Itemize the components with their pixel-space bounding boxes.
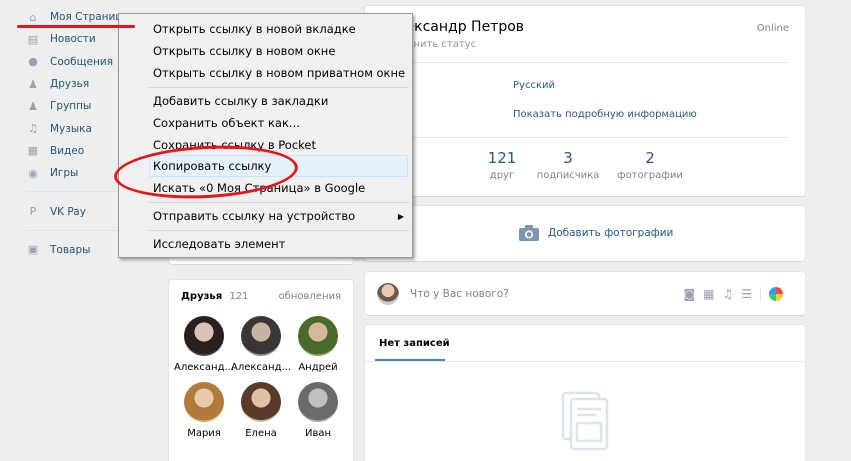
menu-open-new-tab[interactable]: Открыть ссылку в новой вкладке: [153, 19, 356, 39]
sidebar-item-label: Музыка: [50, 122, 92, 135]
camera-icon: [519, 225, 539, 241]
menu-open-new-window[interactable]: Открыть ссылку в новом окне: [153, 41, 335, 61]
counter-label: фотографии: [617, 170, 683, 181]
friend-name: Александ...: [174, 362, 235, 373]
menu-save-as[interactable]: Сохранить объект как...: [153, 113, 300, 133]
post-input[interactable]: Что у Вас нового?: [410, 288, 509, 300]
friend-item[interactable]: Александ...: [231, 316, 291, 373]
friend-item[interactable]: Иван: [288, 382, 348, 439]
camera-icon[interactable]: ◙: [683, 287, 695, 301]
friend-name: Мария: [187, 428, 221, 439]
menu-bookmark-link[interactable]: Добавить ссылку в закладки: [153, 91, 328, 111]
context-menu: Открыть ссылку в новой вкладке Открыть с…: [118, 13, 413, 258]
friend-item[interactable]: Александ...: [174, 316, 234, 373]
counter-value: 3: [563, 149, 573, 167]
messages-icon: ●: [28, 55, 38, 69]
avatar: [241, 316, 281, 356]
friends-card: Друзья 121 обновления Александ... Алексан…: [169, 280, 353, 461]
counter-label: подписчика: [536, 170, 600, 181]
counter-value: 121: [487, 149, 517, 167]
counter-followers[interactable]: 3 подписчика: [533, 149, 603, 181]
goods-icon: ▣: [27, 243, 39, 257]
language-value[interactable]: Русский: [513, 80, 555, 91]
groups-icon: ♟: [28, 99, 38, 113]
video-icon: ▦: [27, 144, 39, 158]
friends-icon: ♟: [28, 77, 38, 91]
sidebar-item-label: Сообщения: [50, 55, 114, 68]
friend-item[interactable]: Мария: [174, 382, 234, 439]
friend-item[interactable]: Андрей: [288, 316, 348, 373]
counter-value: 2: [645, 149, 655, 167]
menu-separator: [149, 87, 409, 88]
friend-name: Елена: [245, 428, 277, 439]
video-icon[interactable]: ▦: [703, 287, 714, 301]
profile-divider: [387, 137, 789, 138]
color-wheel-icon[interactable]: [769, 287, 783, 301]
games-icon: ◉: [28, 166, 38, 180]
home-icon: ⌂: [29, 10, 37, 24]
nav-divider: [26, 229, 126, 231]
friends-title[interactable]: Друзья: [181, 291, 222, 302]
friend-item[interactable]: Елена: [231, 382, 291, 439]
online-status: Online: [756, 23, 789, 34]
sidebar-item-label: VK Pay: [50, 205, 86, 218]
counter-friends[interactable]: 121 друг: [477, 149, 527, 181]
post-composer: Что у Вас нового? ◙ ▦ ♫ ☰: [365, 272, 805, 315]
sidebar-item-label: Группы: [50, 100, 92, 113]
music-icon[interactable]: ♫: [722, 287, 733, 301]
empty-wall-icon: [561, 391, 611, 451]
menu-open-private-window[interactable]: Открыть ссылку в новом приватном окне: [153, 63, 405, 83]
avatar: [298, 316, 338, 356]
friend-name: Андрей: [298, 362, 338, 373]
add-photos-card[interactable]: Добавить фотографии: [365, 206, 805, 261]
avatar: [377, 283, 399, 305]
sidebar-item-label: Видео: [50, 144, 85, 157]
annotation-underline: [17, 25, 135, 28]
menu-separator: [149, 230, 409, 231]
menu-send-to-device[interactable]: Отправить ссылку на устройство: [153, 206, 355, 226]
sidebar-item-label: Товары: [50, 243, 91, 256]
music-icon: ♫: [28, 122, 38, 136]
profile-card: Александр Петров Изменить статус Online …: [365, 6, 805, 196]
friends-count: 121: [229, 291, 249, 302]
wall-card: Нет записей: [365, 325, 805, 461]
menu-separator: [149, 202, 409, 203]
friends-updates-link[interactable]: обновления: [279, 291, 341, 302]
tab-no-posts[interactable]: Нет записей: [379, 338, 450, 349]
nav-divider: [26, 191, 126, 193]
friend-name: Александ...: [231, 362, 292, 373]
sidebar-item-label: Новости: [50, 33, 96, 46]
sidebar-item-label: Друзья: [50, 78, 90, 91]
menu-inspect-element[interactable]: Исследовать элемент: [153, 234, 285, 254]
friend-name: Иван: [304, 428, 332, 439]
counter-label: друг: [489, 170, 515, 181]
vkpay-icon: P: [29, 205, 37, 219]
text-format-icon[interactable]: ☰: [741, 287, 752, 301]
avatar: [184, 382, 224, 422]
add-photos-label: Добавить фотографии: [548, 227, 674, 239]
sidebar-item-label: Игры: [50, 167, 79, 180]
profile-divider: [387, 62, 789, 63]
avatar: [241, 382, 281, 422]
divider: [760, 287, 761, 301]
wall-divider: [365, 361, 805, 362]
avatar: [184, 316, 224, 356]
news-icon: ▤: [27, 32, 39, 46]
show-more-info-link[interactable]: Показать подробную информацию: [513, 109, 697, 120]
submenu-arrow-icon: ▶: [397, 212, 404, 221]
counter-photos[interactable]: 2 фотографии: [615, 149, 685, 181]
avatar: [298, 382, 338, 422]
